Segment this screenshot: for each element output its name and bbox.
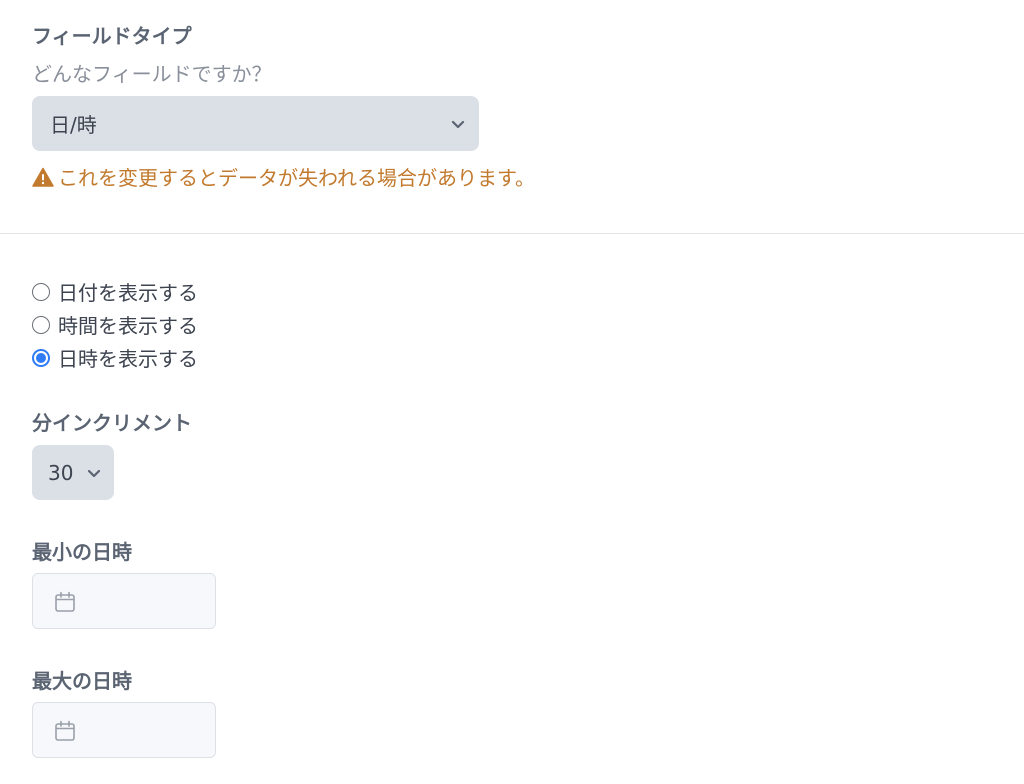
calendar-icon: [55, 720, 75, 741]
field-type-label: フィールドタイプ: [32, 24, 192, 48]
chevron-down-icon: [87, 469, 101, 478]
minute-increment-label: 分インクリメント: [32, 411, 192, 435]
field-type-warning: これを変更するとデータが失われる場合があります。: [32, 162, 535, 191]
radio-label: 日時を表示する: [58, 347, 198, 371]
min-datetime-input[interactable]: [32, 573, 216, 629]
radio-button[interactable]: [32, 315, 50, 334]
radio-button-checked[interactable]: [32, 348, 50, 367]
max-datetime-label: 最大の日時: [32, 669, 132, 693]
radio-label: 時間を表示する: [58, 314, 198, 338]
field-type-question: どんなフィールドですか？: [32, 62, 272, 86]
field-settings-panel: フィールドタイプ どんなフィールドですか？ 日/時 これを変更するとデータが失わ…: [0, 0, 1024, 784]
radio-show-time[interactable]: 時間を表示する: [32, 310, 198, 339]
minute-increment-select[interactable]: 30: [32, 445, 114, 500]
radio-button[interactable]: [32, 282, 50, 301]
warning-text: これを変更するとデータが失われる場合があります。: [58, 166, 535, 190]
radio-label: 日付を表示する: [58, 281, 198, 305]
field-type-select-value: 日/時: [50, 113, 97, 137]
warning-triangle-icon: [32, 167, 54, 187]
calendar-icon: [55, 591, 75, 612]
radio-show-datetime[interactable]: 日時を表示する: [32, 343, 198, 372]
max-datetime-input[interactable]: [32, 702, 216, 758]
minute-increment-value: 30: [48, 460, 74, 485]
section-divider: [0, 233, 1024, 234]
min-datetime-label: 最小の日時: [32, 540, 132, 564]
chevron-down-icon: [451, 120, 465, 129]
field-type-select[interactable]: 日/時: [32, 96, 479, 151]
radio-show-date[interactable]: 日付を表示する: [32, 277, 198, 306]
